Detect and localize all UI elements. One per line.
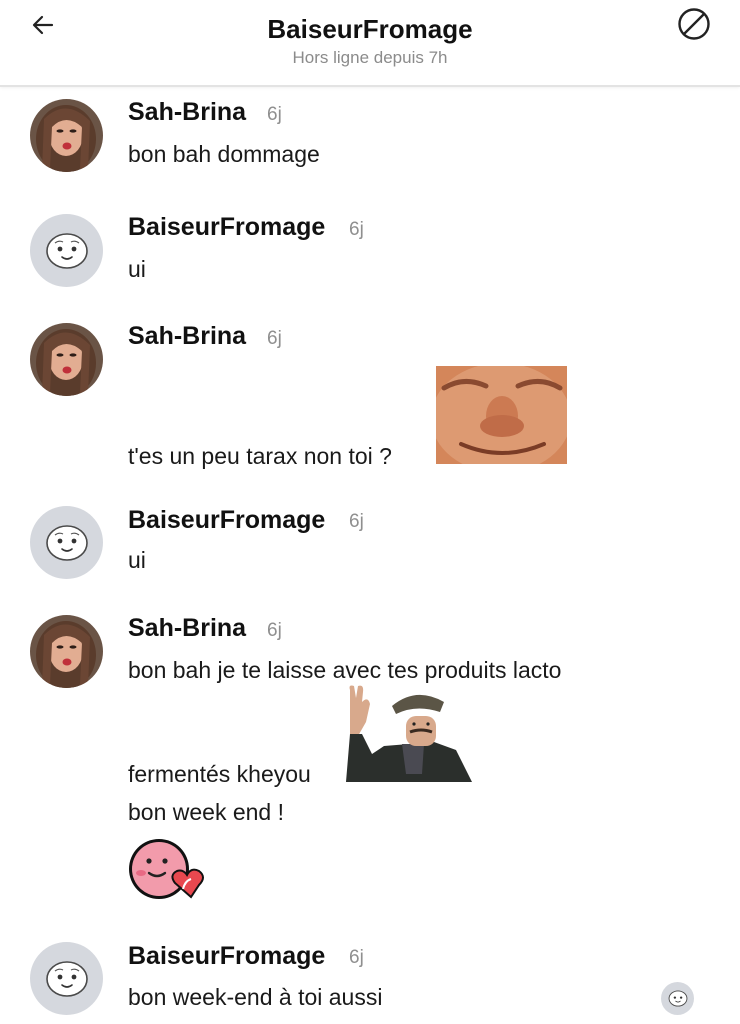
presence-status: Hors ligne depuis 7h	[292, 48, 448, 67]
message-author[interactable]: Sah-Brina	[128, 322, 246, 351]
default-avatar-icon	[45, 524, 88, 561]
default-avatar-icon	[45, 232, 88, 269]
waving-man-sticker[interactable]	[344, 684, 476, 782]
message-text: bon bah dommage	[128, 141, 320, 167]
message-author[interactable]: BaiseurFromage	[128, 213, 325, 242]
chat-header: BaiseurFromage Hors ligne depuis 7h	[0, 0, 740, 87]
message-text: ui	[128, 547, 146, 573]
avatar-baiseurfromage[interactable]	[30, 214, 103, 287]
message-time: 6j	[267, 328, 282, 349]
message-text: ui	[128, 256, 146, 282]
message-text: t'es un peu tarax non toi ?	[128, 443, 392, 469]
pink-heart-emoji-sticker[interactable]	[127, 839, 213, 901]
default-avatar-icon	[45, 960, 88, 997]
message-text: bon week-end à toi aussi	[128, 984, 383, 1010]
avatar-sah-brina[interactable]	[30, 99, 103, 172]
message-time: 6j	[349, 947, 364, 968]
conversation-title[interactable]: BaiseurFromage	[0, 14, 740, 45]
message-text: bon bah je te laisse avec tes produits l…	[128, 657, 562, 683]
user-photo-icon	[30, 99, 103, 172]
default-avatar-icon	[668, 990, 687, 1007]
avatar-sah-brina[interactable]	[30, 323, 103, 396]
block-button[interactable]	[676, 6, 712, 42]
smiling-face-sticker[interactable]	[431, 363, 571, 473]
avatar-sah-brina[interactable]	[30, 615, 103, 688]
message-author[interactable]: Sah-Brina	[128, 614, 246, 643]
user-photo-icon	[30, 615, 103, 688]
avatar-baiseurfromage[interactable]	[30, 506, 103, 579]
message-text: bon week end !	[128, 799, 285, 825]
block-icon	[678, 8, 710, 40]
message-text: fermentés kheyou	[128, 761, 311, 787]
message-author[interactable]: Sah-Brina	[128, 98, 246, 127]
message-time: 6j	[349, 511, 364, 532]
read-receipt-avatar	[661, 982, 694, 1015]
message-author[interactable]: BaiseurFromage	[128, 506, 325, 535]
message-author[interactable]: BaiseurFromage	[128, 942, 325, 971]
message-time: 6j	[267, 620, 282, 641]
user-photo-icon	[30, 323, 103, 396]
message-time: 6j	[267, 104, 282, 125]
message-time: 6j	[349, 219, 364, 240]
avatar-baiseurfromage[interactable]	[30, 942, 103, 1015]
